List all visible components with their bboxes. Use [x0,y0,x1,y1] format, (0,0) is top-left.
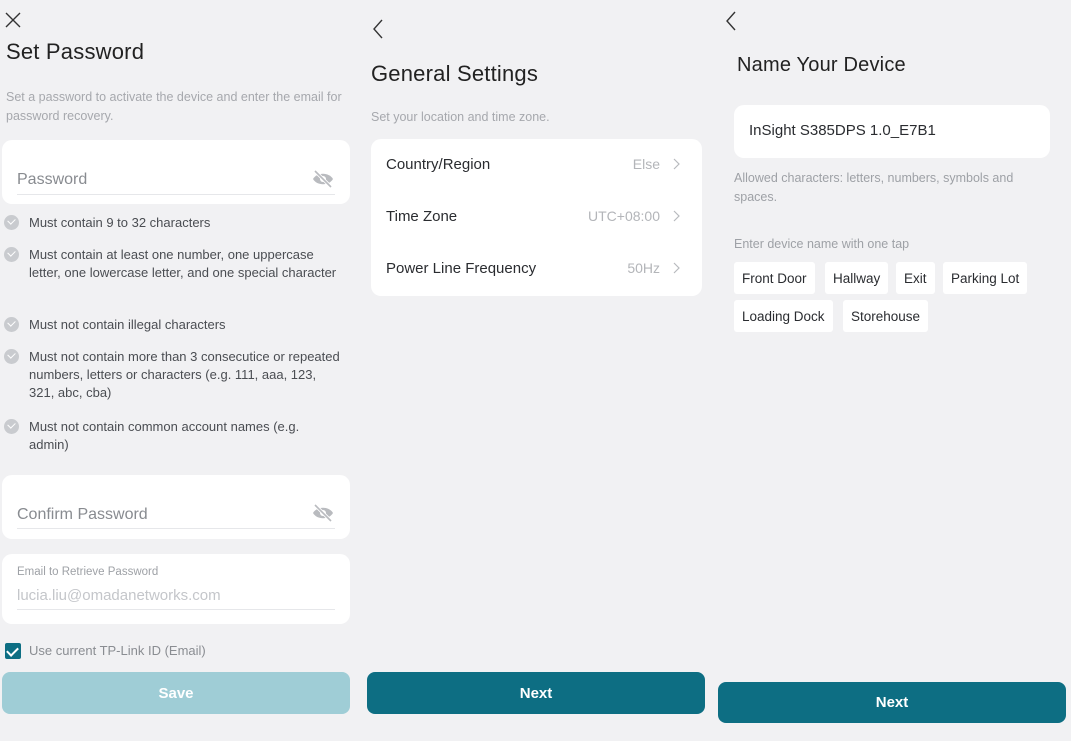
page-title: General Settings [371,61,539,86]
back-arrow-icon[interactable] [725,11,737,31]
save-button[interactable]: Save [2,672,350,714]
password-underline [17,194,335,195]
rule-text: Must not contain common account names (e… [29,419,300,452]
device-name-card: InSight S385DPS 1.0_E7B1 [734,105,1050,158]
setting-row-country[interactable]: Country/Region Else [371,139,702,191]
check-circle-icon [4,215,19,230]
back-arrow-icon[interactable] [372,19,384,39]
name-device-panel: Name Your Device InSight S385DPS 1.0_E7B… [714,0,1071,741]
setting-value: Else [632,156,660,172]
setting-value: UTC+08:00 [588,208,660,224]
setting-label: Time Zone [386,208,458,225]
rule-text: Must contain 9 to 32 characters [29,215,211,230]
chevron-right-icon [673,262,680,274]
page-description: Set a password to activate the device an… [6,90,342,123]
setting-row-timezone[interactable]: Time Zone UTC+08:00 [371,191,702,243]
check-circle-icon [4,419,19,434]
device-name-input[interactable]: InSight S385DPS 1.0_E7B1 [749,122,936,139]
setting-value: 50Hz [627,260,660,276]
password-card: Password [2,140,350,204]
quick-name-chip[interactable]: Storehouse [843,300,929,332]
rule-item: Must not contain common account names (e… [4,418,324,454]
rule-text: Must not contain more than 3 consecutice… [29,349,340,400]
check-circle-icon [4,247,19,262]
email-field[interactable]: lucia.liu@omadanetworks.com [17,587,221,604]
chevron-right-icon [673,158,680,170]
eye-off-icon[interactable] [312,504,334,522]
quick-name-chip[interactable]: Front Door [734,262,815,294]
rule-item: Must not contain illegal characters [4,316,344,334]
rule-item: Must contain at least one number, one up… [4,246,344,282]
setting-label: Country/Region [386,156,491,173]
quick-name-chip[interactable]: Loading Dock [734,300,833,332]
email-card: Email to Retrieve Password lucia.liu@oma… [2,554,350,624]
check-circle-icon [4,349,19,364]
setting-row-power-frequency[interactable]: Power Line Frequency 50Hz [371,243,702,295]
password-input[interactable]: Password [17,171,87,189]
quick-name-chip[interactable]: Hallway [825,262,889,294]
chevron-right-icon [673,210,680,222]
quick-name-label: Enter device name with one tap [734,237,910,251]
page-title: Set Password [6,39,145,64]
next-button[interactable]: Next [367,672,705,714]
email-underline [17,609,335,610]
confirm-password-input[interactable]: Confirm Password [17,506,148,524]
page-title: Name Your Device [737,54,906,76]
set-password-panel: Set Password Set a password to activate … [0,0,357,741]
confirm-password-underline [17,528,335,529]
quick-name-chip[interactable]: Parking Lot [943,262,1028,294]
check-circle-icon [4,317,19,332]
general-settings-panel: General Settings Set your location and t… [357,0,714,741]
settings-list: Country/Region Else Time Zone UTC+08:00 … [371,139,702,296]
rule-item: Must contain 9 to 32 characters [4,214,344,232]
setting-label: Power Line Frequency [386,260,537,277]
rule-text: Must not contain illegal characters [29,317,226,332]
eye-off-icon[interactable] [312,170,334,188]
page-description: Set your location and time zone. [371,110,550,124]
rule-text: Must contain at least one number, one up… [29,247,337,280]
close-icon[interactable] [5,12,21,28]
confirm-password-card: Confirm Password [2,475,350,539]
allowed-characters-hint: Allowed characters: letters, numbers, sy… [734,171,1014,204]
next-button[interactable]: Next [718,682,1066,723]
use-current-id-label: Use current TP-Link ID (Email) [29,643,206,658]
quick-name-chip[interactable]: Exit [896,262,935,294]
email-label: Email to Retrieve Password [17,566,159,578]
checkbox-checked-icon[interactable] [5,643,21,659]
rule-item: Must not contain more than 3 consecutice… [4,348,344,402]
